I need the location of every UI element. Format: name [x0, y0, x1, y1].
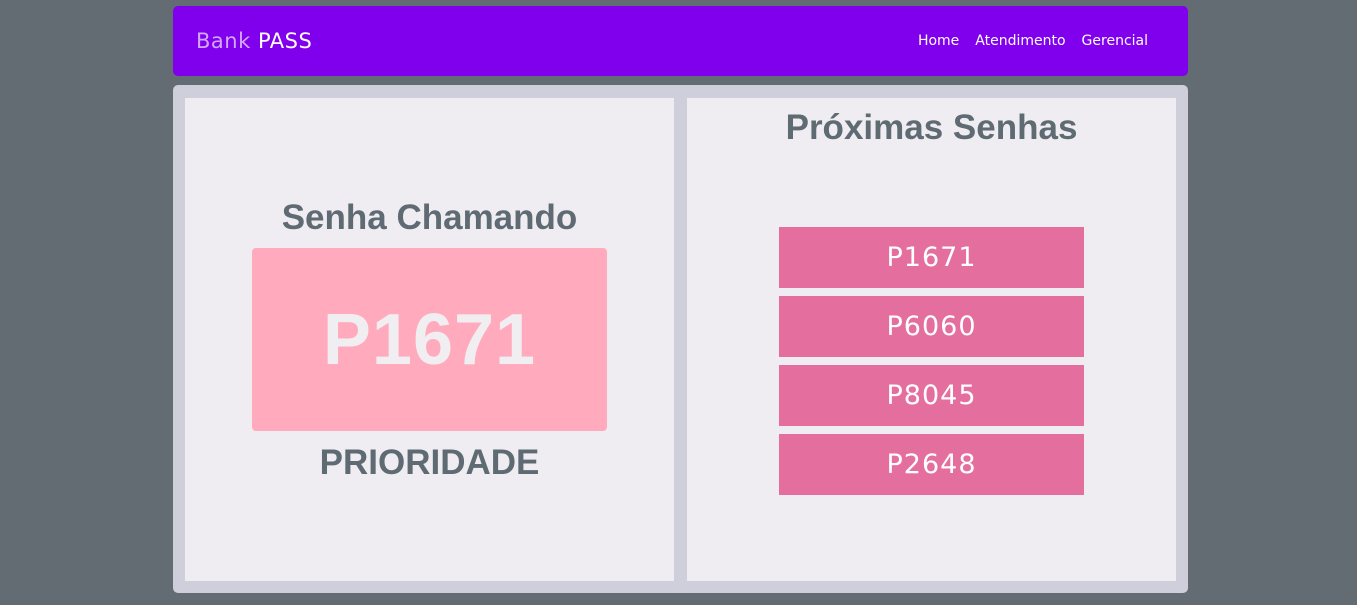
- nav-link-home[interactable]: Home: [918, 30, 959, 52]
- next-tickets-list: P1671 P6060 P8045 P2648: [779, 227, 1084, 503]
- current-ticket-panel: Senha Chamando P1671 PRIORIDADE: [185, 98, 674, 581]
- next-ticket-item: P6060: [779, 296, 1084, 357]
- next-ticket-item: P8045: [779, 365, 1084, 426]
- brand-light-text: Bank: [196, 29, 251, 53]
- current-ticket-code: P1671: [322, 299, 537, 380]
- nav-link-gerencial[interactable]: Gerencial: [1082, 30, 1148, 52]
- brand-logo[interactable]: Bank PASS: [196, 27, 312, 55]
- brand-bold-text: PASS: [257, 29, 313, 53]
- nav-link-atendimento[interactable]: Atendimento: [975, 30, 1065, 52]
- current-ticket-type: PRIORIDADE: [319, 443, 540, 482]
- next-ticket-item: P1671: [779, 227, 1084, 288]
- nav-links: Home Atendimento Gerencial: [918, 30, 1148, 52]
- next-tickets-panel: Próximas Senhas P1671 P6060 P8045 P2648: [687, 98, 1176, 581]
- current-ticket-title: Senha Chamando: [281, 198, 578, 237]
- main-content: Senha Chamando P1671 PRIORIDADE Próximas…: [173, 85, 1188, 593]
- navbar: Bank PASS Home Atendimento Gerencial: [173, 6, 1188, 76]
- current-ticket-box: P1671: [252, 248, 607, 431]
- next-tickets-title: Próximas Senhas: [785, 108, 1078, 147]
- next-ticket-item: P2648: [779, 434, 1084, 495]
